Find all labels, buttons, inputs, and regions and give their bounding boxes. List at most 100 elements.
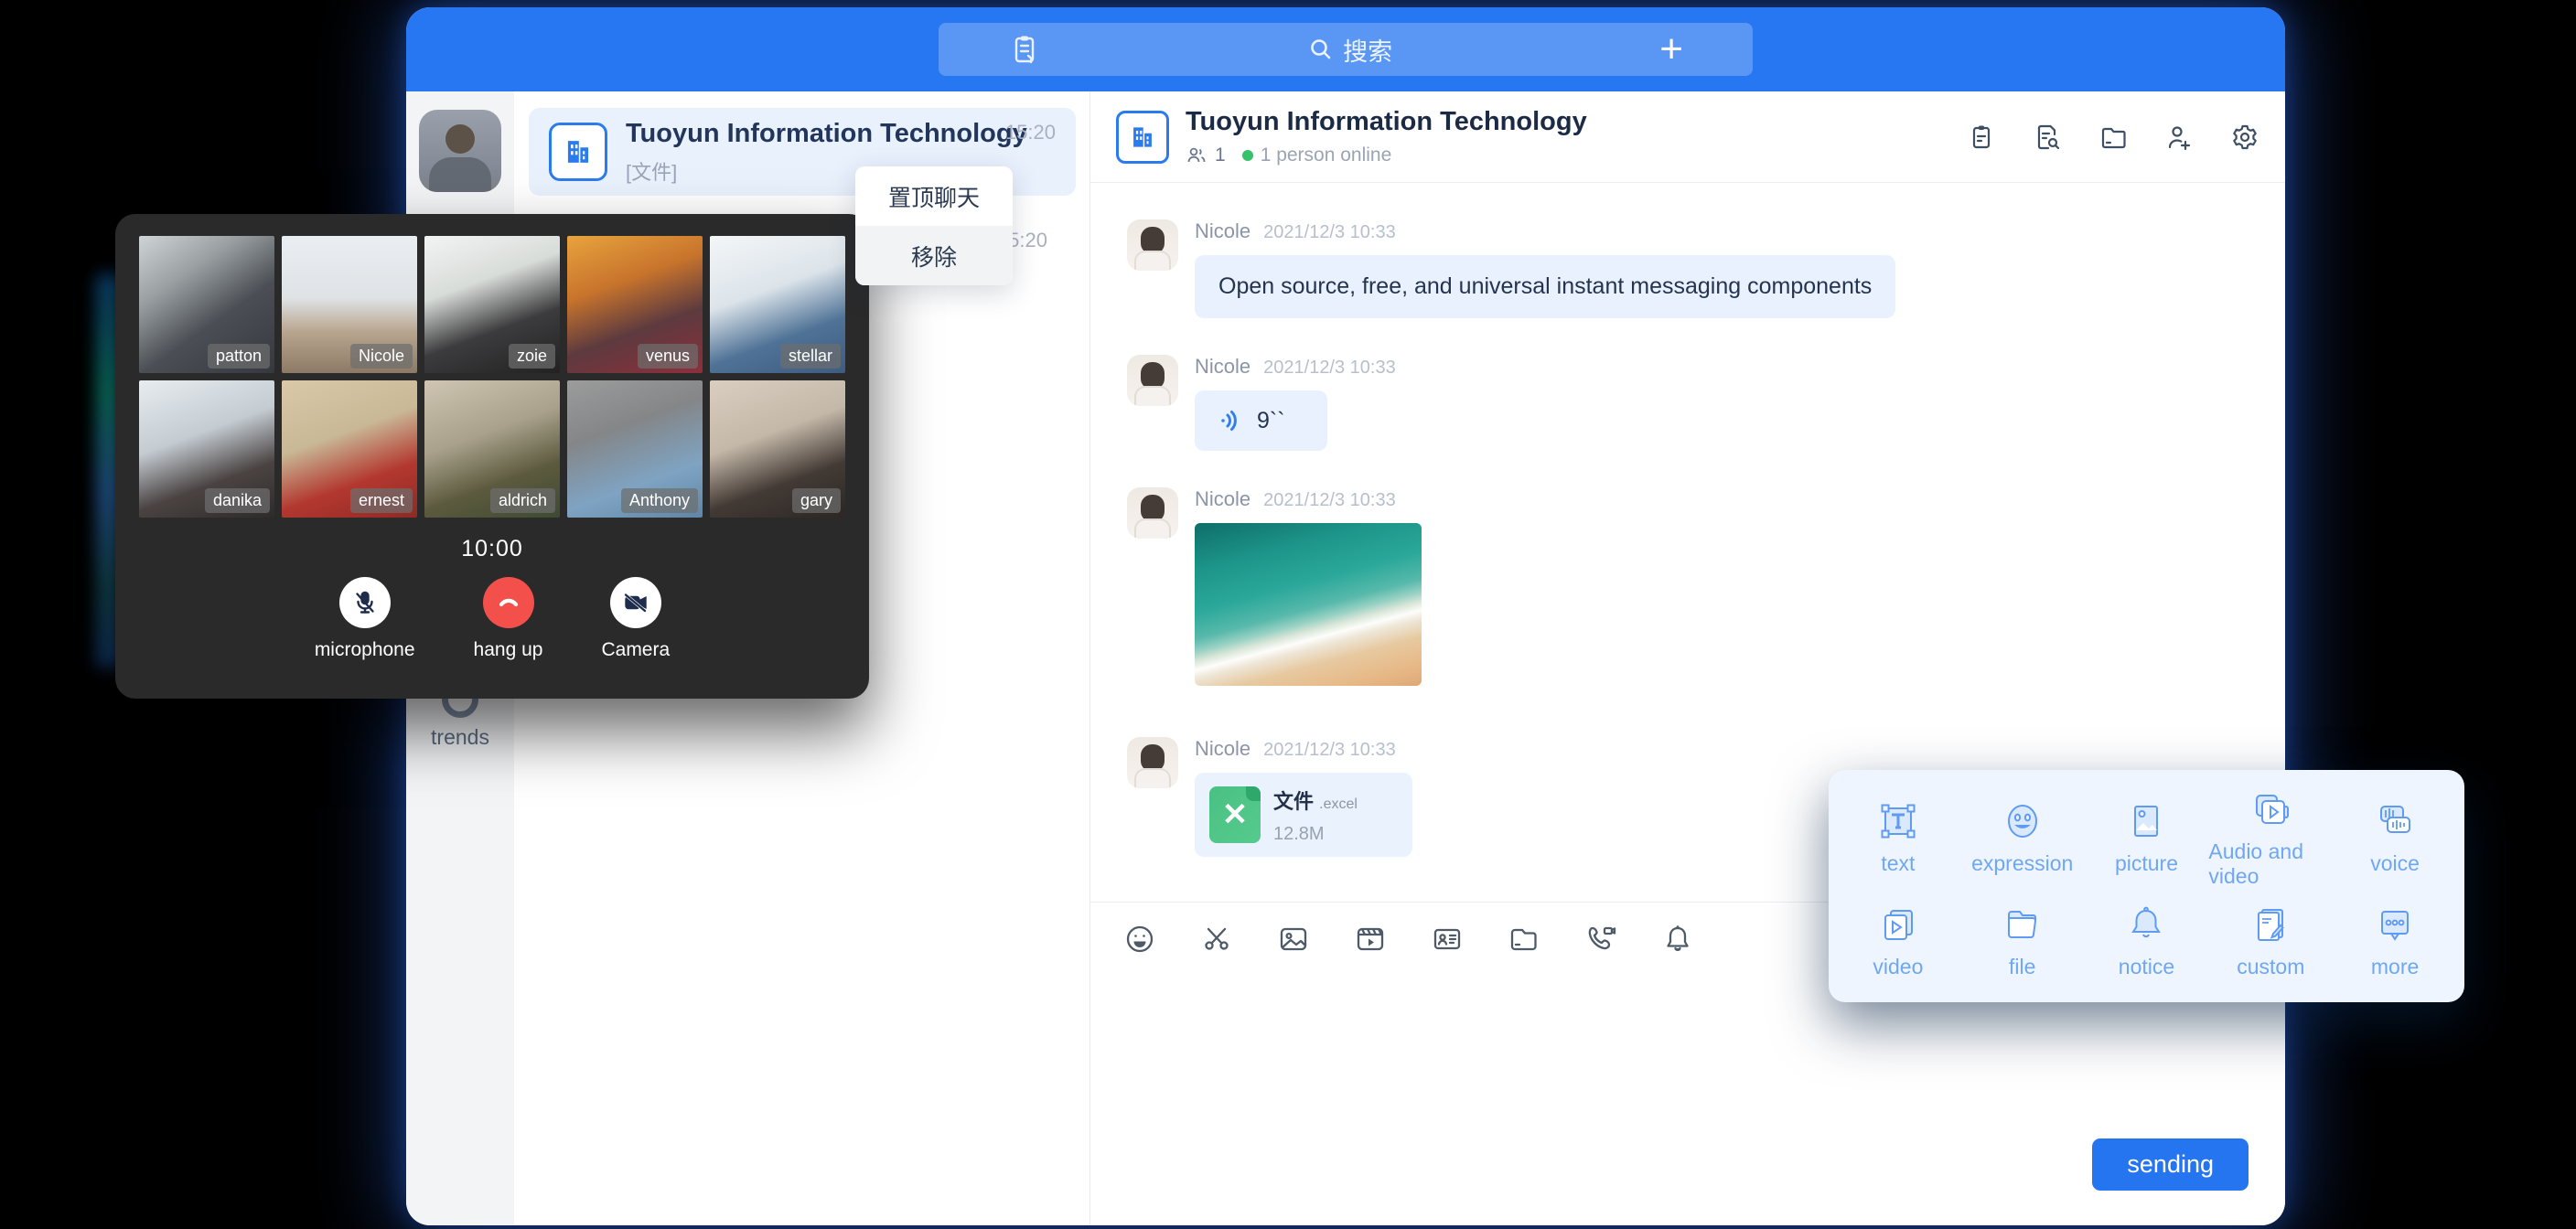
participant-tile: venus — [567, 236, 703, 373]
message-voice: Nicole2021/12/3 10:33 9`` — [1127, 355, 2249, 451]
menu-item-pin-chat[interactable]: 置顶聊天 — [855, 166, 1013, 226]
panel-item-label: text — [1881, 851, 1915, 876]
conversation-title: Tuoyun Information Technology — [626, 119, 1005, 149]
user-avatar[interactable] — [419, 110, 501, 192]
participant-tile: patton — [139, 236, 274, 373]
participant-name: aldrich — [490, 488, 555, 513]
participant-name: danika — [205, 488, 270, 513]
search-field[interactable]: 搜索 — [1308, 32, 1392, 68]
menu-item-remove[interactable]: 移除 — [855, 226, 1013, 285]
video-clip-icon[interactable] — [1354, 923, 1387, 956]
video-call-icon[interactable] — [1584, 923, 1617, 956]
notification-bell-icon[interactable] — [1661, 923, 1694, 956]
microphone-button[interactable] — [339, 577, 391, 628]
voice-duration: 9`` — [1257, 408, 1285, 434]
video-icon — [1877, 903, 1919, 946]
avatar[interactable] — [1127, 355, 1178, 406]
participant-tile: ernest — [282, 380, 417, 518]
plus-icon[interactable]: + — [1659, 33, 1683, 66]
camera-control: Camera — [601, 577, 670, 661]
screenshot-scissors-icon[interactable] — [1200, 923, 1233, 956]
avatar[interactable] — [1127, 487, 1178, 539]
sender-name: Nicole — [1195, 737, 1250, 761]
participant-name: venus — [638, 344, 698, 369]
participant-tile: gary — [710, 380, 845, 518]
excel-file-icon: ✕ — [1209, 786, 1261, 843]
participant-name: gary — [792, 488, 841, 513]
participant-tile: danika — [139, 380, 274, 518]
panel-item-expression[interactable]: expression — [1960, 786, 2085, 890]
text-bubble[interactable]: Open source, free, and universal instant… — [1195, 255, 1895, 318]
file-size: 12.8M — [1273, 824, 1358, 845]
panel-item-file[interactable]: file — [1960, 890, 2085, 993]
group-call-overlay: patton Nicole zoie venus stellar danika … — [115, 214, 869, 699]
contact-card-icon[interactable] — [1431, 923, 1464, 956]
voice-bubble[interactable]: 9`` — [1195, 390, 1327, 451]
send-button[interactable]: sending — [2092, 1138, 2249, 1191]
company-building-icon — [1116, 111, 1169, 164]
settings-gear-icon[interactable] — [2230, 123, 2259, 152]
participant-tile: stellar — [710, 236, 845, 373]
message-text: Nicole2021/12/3 10:33 Open source, free,… — [1127, 219, 2249, 318]
expression-icon — [2002, 800, 2044, 842]
avatar[interactable] — [1127, 737, 1178, 788]
call-record-icon[interactable] — [1008, 33, 1041, 66]
file-attachment[interactable]: ✕ 文件 .excel 12.8M — [1195, 773, 1412, 857]
image-attachment[interactable] — [1195, 523, 1422, 686]
group-notice-icon[interactable] — [1967, 123, 1996, 152]
panel-item-label: notice — [2119, 955, 2174, 979]
audio-video-icon — [2249, 788, 2292, 830]
panel-item-label: custom — [2237, 955, 2304, 979]
panel-item-video[interactable]: video — [1836, 890, 1960, 993]
online-dot — [1242, 150, 1253, 161]
message-image: Nicole2021/12/3 10:33 — [1127, 487, 2249, 686]
panel-item-notice[interactable]: notice — [2085, 890, 2209, 993]
panel-item-audio-video[interactable]: Audio and video — [2208, 786, 2333, 890]
participant-tile: zoie — [424, 236, 560, 373]
emoji-icon[interactable] — [1123, 923, 1156, 956]
participant-name: Anthony — [621, 488, 698, 513]
company-building-icon — [549, 123, 607, 181]
panel-item-picture[interactable]: picture — [2085, 786, 2209, 890]
voice-wave-icon — [1217, 407, 1244, 434]
hang-up-icon — [495, 589, 522, 616]
file-library-icon[interactable] — [2098, 123, 2128, 152]
online-status: 1 person online — [1261, 144, 1392, 166]
add-member-icon[interactable] — [2164, 123, 2194, 152]
message-timestamp: 2021/12/3 10:33 — [1263, 490, 1396, 511]
panel-item-label: video — [1873, 955, 1923, 979]
participant-tile: aldrich — [424, 380, 560, 518]
file-icon — [2002, 903, 2044, 946]
panel-item-label: Audio and video — [2208, 839, 2333, 889]
text-icon — [1877, 800, 1919, 842]
chat-title: Tuoyun Information Technology — [1186, 107, 1587, 137]
panel-item-label: picture — [2115, 851, 2178, 876]
hang-up-label: hang up — [474, 639, 543, 661]
participant-name: zoie — [509, 344, 555, 369]
camera-label: Camera — [601, 639, 670, 661]
search-bar[interactable]: 搜索 + — [939, 23, 1753, 76]
participant-name: patton — [208, 344, 270, 369]
chat-history-search-icon[interactable] — [2033, 123, 2062, 152]
call-timer: 10:00 — [139, 536, 845, 562]
panel-item-label: expression — [1971, 851, 2073, 876]
top-bar: 搜索 + — [406, 7, 2285, 91]
sender-name: Nicole — [1195, 355, 1250, 379]
panel-item-text[interactable]: text — [1836, 786, 1960, 890]
panel-item-more[interactable]: more — [2333, 890, 2457, 993]
message-timestamp: 2021/12/3 10:33 — [1263, 222, 1396, 243]
avatar[interactable] — [1127, 219, 1178, 271]
panel-item-voice[interactable]: voice — [2333, 786, 2457, 890]
panel-item-label: voice — [2370, 851, 2420, 876]
participant-tile: Nicole — [282, 236, 417, 373]
panel-item-custom[interactable]: custom — [2208, 890, 2333, 993]
notice-icon — [2125, 903, 2167, 946]
hang-up-button[interactable] — [483, 577, 534, 628]
panel-item-label: file — [2009, 955, 2035, 979]
conversation-time: 15:20 — [1005, 121, 1056, 144]
folder-icon[interactable] — [1508, 923, 1540, 956]
chat-header: Tuoyun Information Technology 1 1 person… — [1090, 91, 2285, 183]
image-icon[interactable] — [1277, 923, 1310, 956]
camera-off-icon — [622, 589, 649, 616]
camera-button[interactable] — [610, 577, 661, 628]
